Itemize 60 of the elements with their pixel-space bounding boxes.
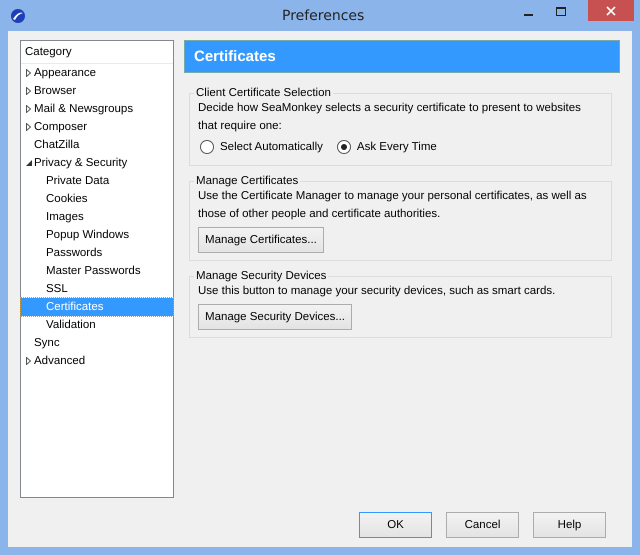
group-label: Manage Security Devices (196, 270, 326, 282)
tree-item[interactable]: ChatZilla (34, 139, 80, 151)
manage-button[interactable]: Manage Certificates... (198, 227, 324, 253)
cancel-button[interactable]: Cancel (446, 512, 519, 538)
expand-icon[interactable] (25, 123, 33, 131)
tree-item[interactable]: Cookies (46, 193, 88, 205)
tree-item[interactable]: Validation (46, 319, 96, 331)
expand-icon[interactable] (25, 105, 33, 113)
app-icon (10, 8, 26, 24)
panel-header: Certificates (184, 40, 620, 73)
tree-row[interactable]: Composer (21, 118, 173, 136)
manage-button[interactable]: Manage Security Devices... (198, 304, 352, 330)
tree-item[interactable]: Composer (34, 121, 88, 133)
radio-label[interactable]: Ask Every Time (356, 141, 437, 153)
description-text: Use the Certificate Manager to manage your personal certificates, as well as those of other people and certificate authorities. (198, 189, 588, 222)
group-label: Client Certificate Selection (196, 87, 331, 99)
tree-row[interactable]: Master Passwords (21, 262, 173, 280)
group-label: Manage Certificates (196, 175, 298, 187)
close-button[interactable] (588, 0, 634, 21)
expand-icon[interactable] (25, 69, 33, 77)
radio-label[interactable]: Select Automatically (220, 141, 323, 153)
expand-icon[interactable] (25, 357, 33, 365)
description-text: Decide how SeaMonkey selects a security certificate to present to websites that require one: (198, 101, 582, 134)
tree-item[interactable]: Privacy & Security (34, 157, 128, 169)
collapse-icon[interactable] (25, 159, 33, 167)
description-text: Use this button to manage your security devices, such as smart cards. (198, 284, 556, 299)
column-header: Category (21, 41, 173, 64)
tree-row[interactable]: Appearance (21, 64, 173, 82)
tree-item[interactable]: Passwords (46, 247, 102, 259)
tree-row[interactable]: Cookies (21, 190, 173, 208)
tree-row[interactable]: Images (21, 208, 173, 226)
help-button[interactable]: Help (533, 512, 606, 538)
tree-item[interactable]: Mail & Newsgroups (34, 103, 134, 115)
expand-icon[interactable] (25, 87, 33, 95)
tree-item[interactable]: Browser (34, 85, 76, 97)
radio-button[interactable] (200, 140, 214, 154)
window-title: Preferences (282, 8, 364, 24)
tree-item[interactable]: Appearance (34, 67, 96, 79)
tree-item[interactable]: Advanced (34, 355, 86, 367)
radio-button[interactable] (336, 140, 351, 154)
tree-row[interactable]: Mail & Newsgroups (21, 100, 173, 118)
tree-item[interactable]: Master Passwords (46, 265, 141, 277)
tree-row[interactable]: Popup Windows (21, 226, 173, 244)
tree-item[interactable]: Popup Windows (46, 229, 130, 241)
tree-row[interactable]: Browser (21, 82, 173, 100)
tree-row[interactable]: SSL (21, 280, 173, 298)
tree-item[interactable]: Images (46, 211, 84, 223)
tree-row[interactable]: Privacy & Security (21, 154, 173, 172)
tree-row[interactable]: ChatZilla (21, 136, 173, 154)
tree-row[interactable]: Private Data (21, 172, 173, 190)
tree-item[interactable]: Private Data (46, 175, 110, 187)
tree-row[interactable]: Validation (21, 316, 173, 334)
tree-row[interactable]: Passwords (21, 244, 173, 262)
tree-row[interactable]: Advanced (21, 352, 173, 370)
tree-item[interactable]: SSL (46, 283, 68, 295)
ok-button[interactable]: OK (359, 512, 432, 538)
tree-item[interactable]: Sync (34, 337, 60, 349)
close-icon (606, 6, 616, 16)
maximize-icon[interactable] (556, 6, 566, 16)
tree-row[interactable]: Sync (21, 334, 173, 352)
